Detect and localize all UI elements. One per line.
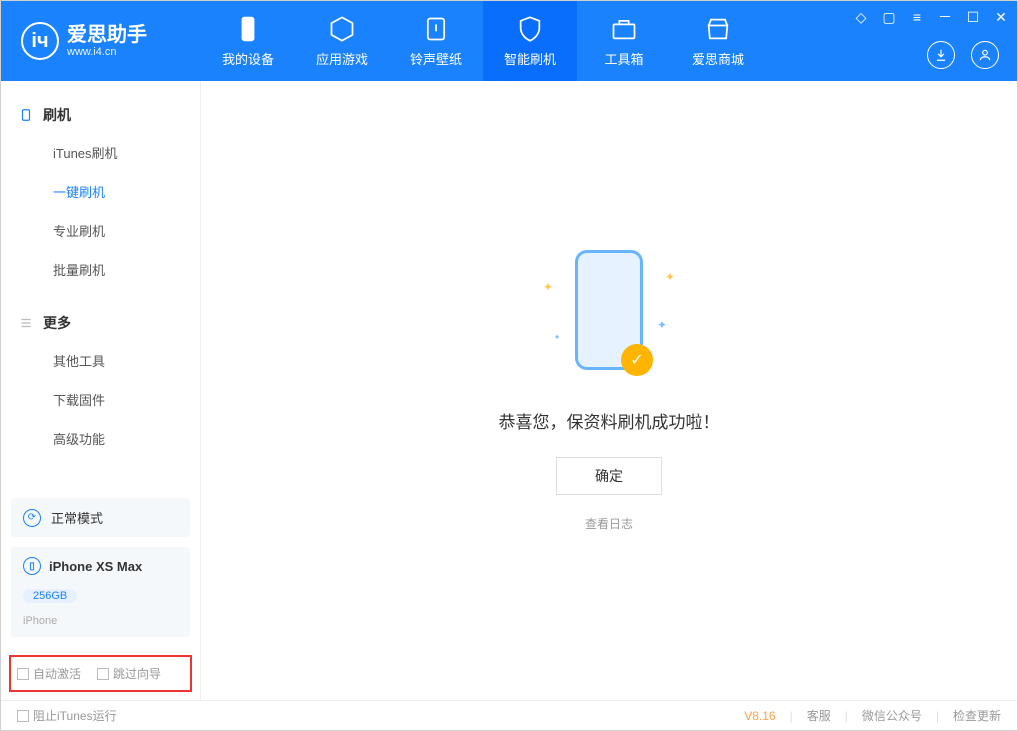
highlighted-options-row: 自动激活 跳过向导 <box>9 655 192 692</box>
list-icon <box>19 316 33 330</box>
download-icon <box>934 48 948 62</box>
app-logo-icon: iч <box>21 22 59 60</box>
sidebar-item-download-firmware[interactable]: 下载固件 <box>1 380 200 419</box>
main-nav: 我的设备 应用游戏 铃声壁纸 智能刷机 工具箱 爱思商城 <box>201 1 765 81</box>
account-button[interactable] <box>971 41 999 69</box>
user-icon <box>978 48 992 62</box>
maximize-button[interactable]: ☐ <box>965 9 981 25</box>
ok-button[interactable]: 确定 <box>556 457 662 495</box>
version-label: V8.16 <box>744 709 775 723</box>
device-storage-badge: 256GB <box>23 589 77 603</box>
tablet-icon <box>19 108 33 122</box>
download-button[interactable] <box>927 41 955 69</box>
app-subtitle: www.i4.cn <box>67 46 147 58</box>
device-type-label: iPhone <box>23 615 57 627</box>
logo-area: iч 爱思助手 www.i4.cn <box>1 22 201 60</box>
nav-ringtone-wallpaper[interactable]: 铃声壁纸 <box>389 1 483 81</box>
sidebar-item-batch-flash[interactable]: 批量刷机 <box>1 250 200 289</box>
sidebar-item-onekey-flash[interactable]: 一键刷机 <box>1 172 200 211</box>
success-message: 恭喜您，保资料刷机成功啦！ <box>499 408 720 433</box>
wechat-link[interactable]: 微信公众号 <box>862 707 922 724</box>
checkbox-skip-guide[interactable]: 跳过向导 <box>97 665 161 682</box>
device-mode-panel[interactable]: ⟳ 正常模式 <box>11 498 190 537</box>
sidebar: 刷机 iTunes刷机 一键刷机 专业刷机 批量刷机 更多 其他工具 下载固件 … <box>1 81 201 700</box>
main-content: ✦ • ✦ ✦ ✓ 恭喜您，保资料刷机成功啦！ 确定 查看日志 <box>201 81 1017 700</box>
toolbox-icon <box>610 15 638 43</box>
music-file-icon <box>422 15 450 43</box>
shield-refresh-icon <box>516 15 544 43</box>
cube-icon <box>328 15 356 43</box>
check-update-link[interactable]: 检查更新 <box>953 707 1001 724</box>
skin-icon[interactable]: ◇ <box>853 9 869 25</box>
feedback-icon[interactable]: ▢ <box>881 9 897 25</box>
window-controls: ◇ ▢ ≡ － ☐ ✕ <box>853 9 1009 25</box>
nav-my-device[interactable]: 我的设备 <box>201 1 295 81</box>
nav-toolbox[interactable]: 工具箱 <box>577 1 671 81</box>
minimize-button[interactable]: － <box>937 9 953 25</box>
check-icon: ✓ <box>621 344 653 376</box>
nav-apps-games[interactable]: 应用游戏 <box>295 1 389 81</box>
sidebar-item-itunes-flash[interactable]: iTunes刷机 <box>1 133 200 172</box>
sidebar-section-more: 更多 <box>1 305 200 341</box>
checkbox-block-itunes[interactable]: 阻止iTunes运行 <box>17 707 117 724</box>
phone-small-icon: ▯ <box>23 557 41 575</box>
app-header: iч 爱思助手 www.i4.cn 我的设备 应用游戏 铃声壁纸 智能刷机 工具… <box>1 1 1017 81</box>
nav-store[interactable]: 爱思商城 <box>671 1 765 81</box>
sidebar-item-other-tools[interactable]: 其他工具 <box>1 341 200 380</box>
success-illustration: ✦ • ✦ ✦ ✓ <box>575 250 643 370</box>
status-bar: 阻止iTunes运行 V8.16 | 客服 | 微信公众号 | 检查更新 <box>1 700 1017 730</box>
mode-icon: ⟳ <box>23 509 41 527</box>
support-link[interactable]: 客服 <box>807 707 831 724</box>
store-icon <box>704 15 732 43</box>
nav-smart-flash[interactable]: 智能刷机 <box>483 1 577 81</box>
checkbox-auto-activate[interactable]: 自动激活 <box>17 665 81 682</box>
phone-icon <box>234 15 262 43</box>
sidebar-item-pro-flash[interactable]: 专业刷机 <box>1 211 200 250</box>
view-log-link[interactable]: 查看日志 <box>585 515 633 532</box>
sidebar-section-flash: 刷机 <box>1 97 200 133</box>
device-info-panel[interactable]: ▯ iPhone XS Max 256GB iPhone <box>11 547 190 637</box>
app-title: 爱思助手 <box>67 24 147 46</box>
close-button[interactable]: ✕ <box>993 9 1009 25</box>
menu-icon[interactable]: ≡ <box>909 9 925 25</box>
sidebar-item-advanced[interactable]: 高级功能 <box>1 419 200 458</box>
